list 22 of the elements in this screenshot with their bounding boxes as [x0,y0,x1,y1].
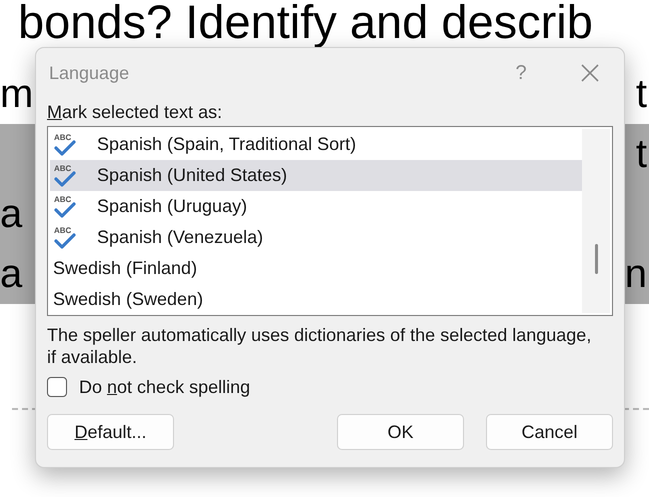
dialog-button[interactable]: OK [337,414,464,450]
dialog-button[interactable]: Default... [47,414,174,450]
document-text: n [624,254,647,294]
window-title: Language [49,62,130,85]
document-text: t [636,74,647,114]
scrollbar[interactable] [582,129,610,313]
document-text: a [0,194,22,234]
checkbox[interactable] [47,377,67,397]
document-text: a [0,254,22,294]
spelling-checkbox[interactable]: Do not check spelling [47,374,613,400]
language-item[interactable]: ABC Spanish (Venezuela) [50,222,582,253]
list-label: Mark selected text as: [47,100,224,124]
document-text: m [0,74,34,114]
language-item[interactable]: ABC Spanish (Uruguay) [50,191,582,222]
language-item[interactable]: Swedish (Finland) [50,253,582,284]
speller-note: The speller automatically uses dictionaries of the selected language, if available. [47,324,592,368]
language-item[interactable]: Swedish (Sweden) [50,284,582,315]
dialog-button[interactable]: Cancel [486,414,613,450]
language-item[interactable]: ABC Spanish (Spain, Traditional Sort) [50,129,582,160]
language-list[interactable]: ABC Spanish (Spain, Traditional Sort) ABC Spanish (United States) ABC Spanish (Uruguay) ABC Spanish (Venezuela) Swedish (Finland) Swedish (Sweden) [47,126,613,316]
document-text: t [636,134,647,174]
language-item[interactable]: ABC Spanish (United States) [50,160,582,191]
